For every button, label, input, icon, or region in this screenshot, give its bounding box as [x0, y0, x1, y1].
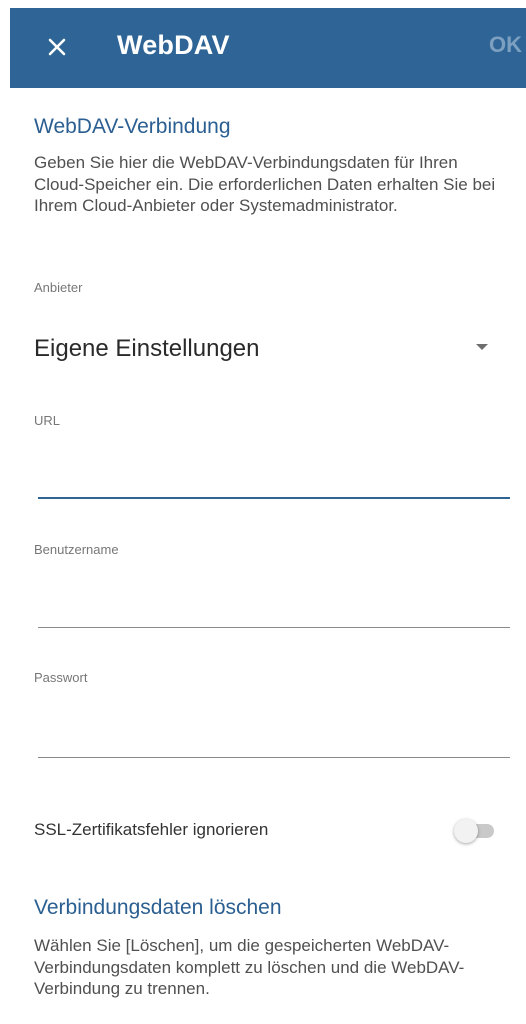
close-icon	[36, 24, 80, 68]
provider-label: Anbieter	[34, 280, 83, 295]
ssl-setting-row: SSL-Zertifikatsfehler ignorieren	[34, 815, 504, 845]
username-input[interactable]	[38, 582, 510, 622]
url-input[interactable]	[38, 452, 510, 492]
url-input-underline	[38, 497, 510, 499]
delete-section-title[interactable]: Verbindungsdaten löschen	[34, 896, 282, 920]
provider-dropdown[interactable]: Eigene Einstellungen	[34, 326, 504, 372]
password-label: Passwort	[34, 670, 88, 685]
connection-description: Geben Sie hier die WebDAV-Verbindungsdat…	[34, 153, 496, 215]
url-label: URL	[34, 413, 61, 428]
ssl-toggle-switch[interactable]	[452, 818, 500, 843]
password-input-underline	[38, 757, 510, 758]
connection-section-title: WebDAV-Verbindung	[34, 115, 231, 138]
app-bar: WebDAV OK	[10, 8, 526, 88]
delete-description: Wählen Sie [Löschen], um die gespeichert…	[34, 936, 465, 998]
ssl-toggle-label: SSL-Zertifikatsfehler ignorieren	[34, 820, 269, 839]
username-label: Benutzername	[34, 542, 119, 557]
dropdown-arrow-icon	[476, 344, 488, 350]
close-button[interactable]	[36, 24, 80, 68]
password-input[interactable]	[38, 712, 510, 752]
username-input-underline	[38, 627, 510, 628]
toggle-thumb	[454, 819, 478, 843]
provider-selected-value: Eigene Einstellungen	[34, 335, 260, 362]
page-title: WebDAV	[117, 30, 230, 60]
ok-button[interactable]: OK	[489, 32, 522, 58]
